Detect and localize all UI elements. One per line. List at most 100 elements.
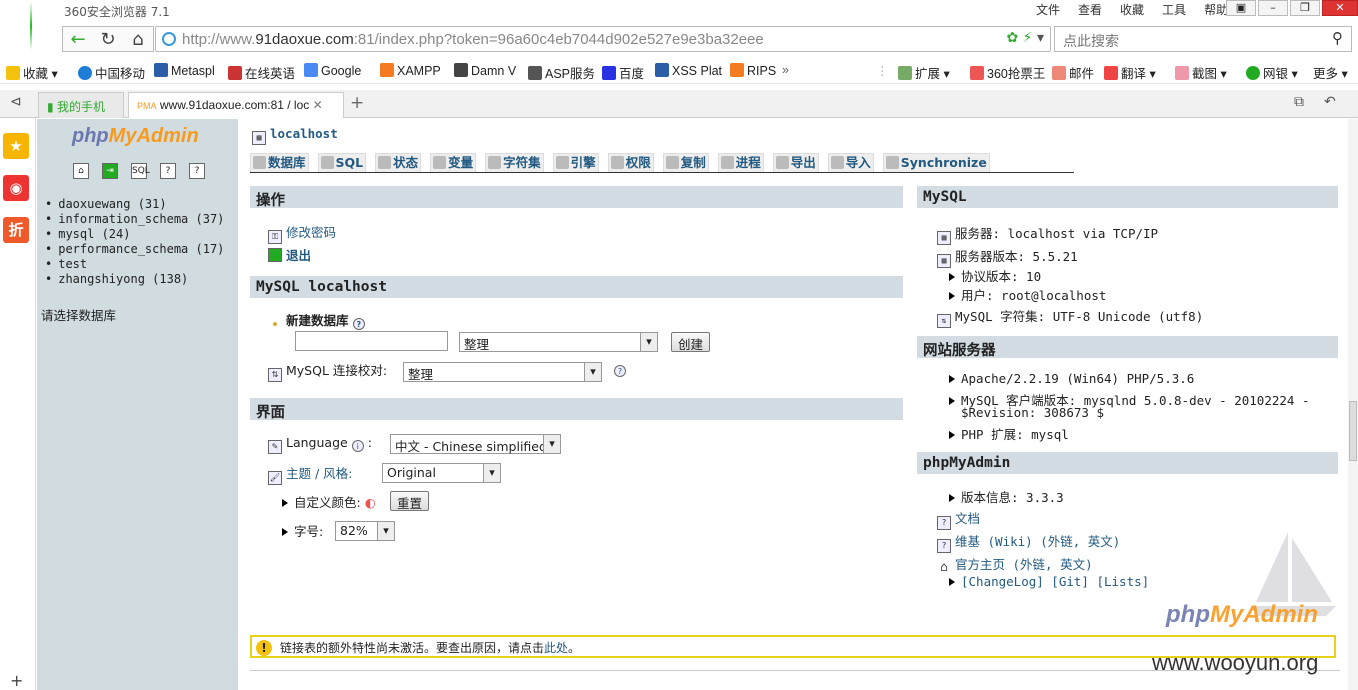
bookmark-metasploit[interactable]: Metaspl	[154, 63, 215, 78]
font-size-select[interactable]: 82%	[335, 521, 395, 541]
exit-icon[interactable]: ⇥	[102, 163, 118, 179]
tab-synchronize[interactable]: Synchronize	[882, 153, 990, 172]
help-icon[interactable]: ?	[614, 365, 626, 377]
reset-color-button[interactable]: 重置	[390, 491, 430, 511]
language-select[interactable]: 中文 - Chinese simplified	[390, 434, 561, 454]
docs-link[interactable]: ? 文档	[937, 508, 980, 530]
database-item[interactable]: daoxuewang (31)	[45, 197, 224, 212]
tab-my-phone[interactable]: ▮ 我的手机	[38, 92, 124, 118]
help-icon[interactable]: ?	[160, 163, 176, 179]
change-password-row[interactable]: ⚿ 修改密码	[268, 222, 336, 244]
custom-color-label[interactable]: 自定义颜色: ◐	[282, 492, 376, 511]
search-icon[interactable]: ⚲	[1332, 29, 1343, 47]
menu-tools[interactable]: 工具	[1162, 1, 1186, 18]
address-bar[interactable]: http://www.91daoxue.com:81/index.php?tok…	[155, 26, 1051, 52]
menu-file[interactable]: 文件	[1036, 1, 1060, 18]
discount-icon[interactable]: 折	[3, 217, 29, 243]
tab-charsets[interactable]: 字符集	[485, 153, 544, 172]
refresh-icon[interactable]: ↻	[96, 28, 120, 52]
database-item[interactable]: performance_schema (17)	[45, 242, 224, 257]
help-icon[interactable]: ?	[352, 318, 365, 330]
sql-query-icon[interactable]: SQL	[131, 163, 150, 179]
tab-export[interactable]: 导出	[772, 153, 819, 172]
bookmark-google[interactable]: Google	[304, 63, 361, 78]
new-database-label: ✷ 新建数据库 ?	[268, 310, 369, 333]
new-database-input[interactable]	[295, 331, 448, 351]
bookmarks-overflow-icon[interactable]: »	[782, 63, 789, 77]
changelog-links[interactable]: [ChangeLog] [Git] [Lists]	[949, 574, 1149, 589]
tab-processes[interactable]: 进程	[717, 153, 764, 172]
scrollbar[interactable]	[1348, 119, 1358, 690]
home-icon[interactable]: ⌂	[126, 28, 150, 52]
collation-select[interactable]: 整理	[459, 332, 658, 352]
tab-import[interactable]: 导入	[827, 153, 874, 172]
wiki-link[interactable]: ? 维基 (Wiki) (外链, 英文)	[937, 531, 1120, 553]
mysql-info-title: MySQL	[917, 186, 1338, 208]
toolbar-ticket[interactable]: 360抢票王	[970, 63, 1045, 82]
tab-variables[interactable]: 变量	[430, 153, 477, 172]
tab-phpmyadmin[interactable]: PMA www.91daoxue.com:81 / loc ✕	[128, 92, 344, 118]
connection-collation-select[interactable]: 整理	[403, 362, 602, 382]
info-icon[interactable]: i	[351, 440, 364, 452]
weibo-icon[interactable]: ◉	[3, 175, 29, 201]
homepage-link[interactable]: ⌂ 官方主页 (外链, 英文)	[937, 554, 1093, 576]
home-icon[interactable]: ⌂	[73, 163, 89, 179]
favorites-star-icon[interactable]: ★	[3, 133, 29, 159]
bookmark-favorites[interactable]: 收藏 ▾	[6, 63, 58, 82]
tab-replication[interactable]: 复制	[662, 153, 709, 172]
close-icon[interactable]: ✕	[1322, 0, 1358, 16]
bookmark-english[interactable]: 在线英语	[228, 63, 295, 82]
bookmark-dvwa[interactable]: Damn V	[454, 63, 516, 78]
sidebar-toggle-icon[interactable]: ⊲	[10, 94, 22, 110]
url-text[interactable]: http://www.91daoxue.com:81/index.php?tok…	[182, 31, 764, 48]
toolbar-translate[interactable]: 翻译 ▾	[1104, 63, 1156, 82]
url-action-icons[interactable]: ✿ ⚡ ▾	[1007, 30, 1045, 46]
skin-icon[interactable]: ▣	[1226, 0, 1256, 16]
menu-favorites[interactable]: 收藏	[1120, 1, 1144, 18]
toolbar-mail[interactable]: 邮件	[1052, 63, 1094, 82]
menu-view[interactable]: 查看	[1078, 1, 1102, 18]
tab-list-icon[interactable]: ⧉	[1294, 94, 1304, 110]
warning-icon: !	[256, 640, 272, 656]
database-item[interactable]: test	[45, 257, 224, 272]
search-box[interactable]: 点此搜索 ⚲	[1054, 26, 1352, 52]
tab-databases[interactable]: 数据库	[250, 153, 309, 172]
undo-close-icon[interactable]: ↶	[1324, 94, 1336, 110]
pma-logo[interactable]: phpMyAdmin	[72, 125, 199, 148]
notice-link[interactable]: 此处	[544, 641, 568, 655]
bookmark-xss-platform[interactable]: XSS Plat	[655, 63, 722, 78]
bookmark-china-mobile[interactable]: 中国移动	[78, 63, 145, 82]
logout-row[interactable]: 退出	[268, 245, 311, 264]
toolbar-more[interactable]: 更多 ▾	[1313, 63, 1348, 82]
mysql-localhost-box: MySQL localhost ✷新建数据库 ? 整理 创建 ⇅MySQL 连接…	[250, 276, 903, 390]
php-extension: PHP 扩展: mysql	[949, 424, 1069, 443]
tab-status[interactable]: 状态	[375, 153, 422, 172]
bookmark-baidu[interactable]: 百度	[602, 63, 644, 82]
bookmark-asp-service[interactable]: ASP服务	[528, 63, 595, 82]
interface-title: 界面	[250, 398, 903, 421]
tab-bar: ⊲ ▮ 我的手机 PMA www.91daoxue.com:81 / loc ✕…	[0, 90, 1358, 118]
new-tab-icon[interactable]: +	[350, 93, 364, 113]
tab-close-icon[interactable]: ✕	[313, 98, 323, 112]
minimize-icon[interactable]: –	[1258, 0, 1288, 16]
tab-privileges[interactable]: 权限	[607, 153, 654, 172]
create-button[interactable]: 创建	[671, 332, 711, 352]
theme-select[interactable]: Original	[382, 463, 501, 483]
maximize-icon[interactable]: ❐	[1290, 0, 1320, 16]
database-item[interactable]: information_schema (37)	[45, 212, 224, 227]
database-item[interactable]: mysql (24)	[45, 227, 224, 242]
add-sidebar-icon[interactable]: +	[10, 671, 23, 690]
server-breadcrumb[interactable]: ▦ localhost	[252, 126, 338, 145]
bookmark-rips[interactable]: RIPS	[730, 63, 776, 78]
tab-engines[interactable]: 引擎	[552, 153, 599, 172]
toolbar-bank[interactable]: 网银 ▾	[1246, 63, 1298, 82]
bookmark-xampp[interactable]: XAMPP	[380, 63, 441, 78]
scrollbar-thumb[interactable]	[1349, 401, 1357, 461]
database-item[interactable]: zhangshiyong (138)	[45, 272, 224, 287]
back-icon[interactable]: ←	[66, 28, 90, 52]
tab-sql[interactable]: SQL	[317, 153, 367, 172]
toolbar-extensions[interactable]: 扩展 ▾	[898, 63, 950, 82]
docs-icon[interactable]: ?	[189, 163, 205, 179]
rainbow-icon: ◐	[364, 495, 376, 510]
toolbar-screenshot[interactable]: 截图 ▾	[1175, 63, 1227, 82]
